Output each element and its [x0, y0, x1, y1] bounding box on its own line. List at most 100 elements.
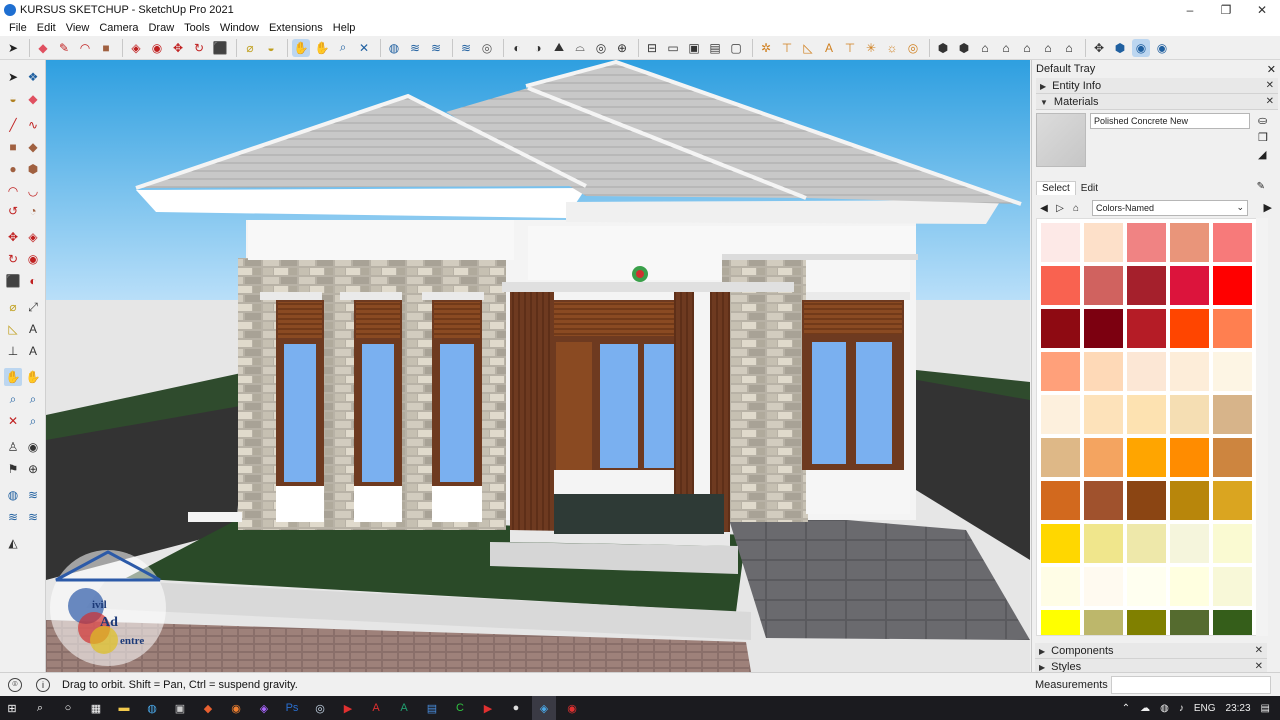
create-material-icon[interactable]: ❒	[1258, 131, 1272, 144]
eraser-tool-icon[interactable]: ◆	[34, 39, 52, 57]
layout-icon[interactable]: ≋	[457, 39, 475, 57]
app-icon[interactable]: A	[392, 696, 416, 720]
menu-extensions[interactable]: Extensions	[264, 22, 328, 34]
look-around-icon[interactable]: ◉	[1153, 39, 1171, 57]
model-viewport[interactable]: ivil Ad entre	[46, 60, 1030, 672]
color-swatch[interactable]	[1127, 352, 1166, 391]
share-model-icon[interactable]: ≋	[406, 39, 424, 57]
menu-view[interactable]: View	[61, 22, 95, 34]
volume-icon[interactable]: ♪	[1179, 703, 1184, 714]
solid-subtract-icon[interactable]: ◑	[529, 39, 547, 57]
paint-bucket-icon[interactable]: ◒	[262, 39, 280, 57]
orbit-icon[interactable]: ✋	[4, 368, 22, 386]
display-section-icon[interactable]: ▭	[664, 39, 682, 57]
firefox-icon[interactable]: ◉	[224, 696, 248, 720]
color-swatch[interactable]	[1041, 610, 1080, 635]
language-indicator[interactable]: ENG	[1194, 703, 1216, 714]
color-swatch[interactable]	[1041, 567, 1080, 606]
section-plane-icon[interactable]: ⊟	[643, 39, 661, 57]
color-swatch[interactable]	[1084, 266, 1123, 305]
color-swatch[interactable]	[1170, 438, 1209, 477]
protractor-icon[interactable]: ◺	[4, 320, 22, 338]
zoom-extents-icon[interactable]: ✕	[355, 39, 373, 57]
orbit-icon[interactable]: ✋	[292, 38, 310, 57]
move-icon[interactable]: ✥	[4, 228, 22, 246]
color-swatch[interactable]	[1041, 309, 1080, 348]
tab-edit[interactable]: Edit	[1076, 182, 1103, 195]
pan-icon[interactable]: ✋	[313, 39, 331, 57]
component-icon[interactable]: ❖	[24, 68, 42, 86]
entity-info-header[interactable]: ▶ Entity Info ✕	[1036, 78, 1278, 94]
look-around-icon[interactable]: ◉	[24, 438, 42, 456]
offset-icon[interactable]: ◐	[24, 272, 42, 290]
pie-icon[interactable]: ◔	[24, 202, 42, 220]
select-icon[interactable]: ➤	[4, 68, 22, 86]
move-axis-icon[interactable]: ✥	[1090, 39, 1108, 57]
start-icon[interactable]: ⊞	[0, 696, 24, 720]
steam-icon[interactable]: ◎	[308, 696, 332, 720]
pencil-tool-icon[interactable]: ✎	[55, 39, 73, 57]
notification-icon[interactable]: ▤	[1261, 703, 1270, 714]
panel-close-icon[interactable]: ✕	[1266, 96, 1274, 107]
color-swatch[interactable]	[1127, 309, 1166, 348]
paint-bucket-icon[interactable]: ◒	[4, 90, 22, 108]
three-point-arc-icon[interactable]: ↺	[4, 202, 22, 220]
app-icon[interactable]: ▤	[420, 696, 444, 720]
eyedropper-icon[interactable]: ✎	[1252, 180, 1270, 193]
store-icon[interactable]: ▦	[84, 696, 108, 720]
previous-view-icon[interactable]: ⌕	[24, 412, 42, 430]
3d-text-icon[interactable]: ✳	[862, 39, 880, 57]
app-icon[interactable]: ◉	[560, 696, 584, 720]
sample-paint-icon[interactable]: ◢	[1258, 148, 1272, 161]
color-swatch[interactable]	[1170, 266, 1209, 305]
arc-tool-icon[interactable]: ◠	[76, 39, 94, 57]
minimize-button[interactable]: –	[1172, 0, 1208, 20]
components-header[interactable]: ▶ Components ✕	[1035, 643, 1267, 659]
color-swatch[interactable]	[1213, 524, 1252, 563]
color-swatch[interactable]	[1170, 567, 1209, 606]
fog-icon[interactable]: ◎	[904, 39, 922, 57]
sandbox-drape-icon[interactable]: ⊕	[613, 39, 631, 57]
cloud-icon[interactable]: ☁	[1140, 703, 1150, 714]
dimension-icon[interactable]: ⊤	[778, 39, 796, 57]
scale-icon[interactable]: ⬛	[4, 272, 22, 290]
color-swatch[interactable]	[1127, 266, 1166, 305]
color-swatch[interactable]	[1084, 481, 1123, 520]
geo-location-icon[interactable]: ⌾	[8, 677, 22, 692]
3d-text-icon[interactable]: A	[24, 342, 42, 360]
eraser-icon[interactable]: ◆	[24, 90, 42, 108]
rotate-icon[interactable]: ↻	[4, 250, 22, 268]
solid-union-icon[interactable]: ◐	[508, 39, 526, 57]
warehouse-icon[interactable]: ◍	[4, 486, 22, 504]
front-view-icon[interactable]: ⌂	[1018, 39, 1036, 57]
sketchup-taskbar-icon[interactable]: ◈	[532, 696, 556, 720]
account-icon[interactable]: ◎	[478, 39, 496, 57]
color-swatch[interactable]	[1213, 266, 1252, 305]
color-swatch[interactable]	[1041, 438, 1080, 477]
color-swatch[interactable]	[1170, 524, 1209, 563]
color-swatch[interactable]	[1213, 438, 1252, 477]
library-dropdown[interactable]: Colors-Named ⌄	[1092, 200, 1248, 216]
iso-view-icon[interactable]: ⌂	[976, 39, 994, 57]
color-swatch[interactable]	[1084, 524, 1123, 563]
color-swatch[interactable]	[1084, 309, 1123, 348]
walk-icon[interactable]: ⚑	[4, 460, 22, 478]
color-swatch[interactable]	[1041, 395, 1080, 434]
color-swatch[interactable]	[1127, 223, 1166, 262]
polygon-icon[interactable]: ⬢	[24, 160, 42, 178]
text-tool-icon[interactable]: A	[820, 39, 838, 57]
line-icon[interactable]: ╱	[4, 116, 22, 134]
shadow-settings-icon[interactable]: ✲	[757, 39, 775, 57]
material-swatch[interactable]	[1036, 113, 1086, 167]
component-options-icon[interactable]: ⬢	[1111, 39, 1129, 57]
select-tool-icon[interactable]: ➤	[4, 39, 22, 57]
sandbox-stamp-icon[interactable]: ◎	[592, 39, 610, 57]
text-icon[interactable]: A	[24, 320, 42, 338]
home-icon[interactable]: ⌂	[1068, 203, 1084, 214]
color-swatch[interactable]	[1084, 352, 1123, 391]
follow-me-icon[interactable]: ◉	[148, 39, 166, 57]
display-section-fill-icon[interactable]: ▤	[706, 39, 724, 57]
menu-camera[interactable]: Camera	[94, 22, 143, 34]
color-swatch[interactable]	[1127, 524, 1166, 563]
arc-icon[interactable]: ◠	[4, 182, 22, 200]
